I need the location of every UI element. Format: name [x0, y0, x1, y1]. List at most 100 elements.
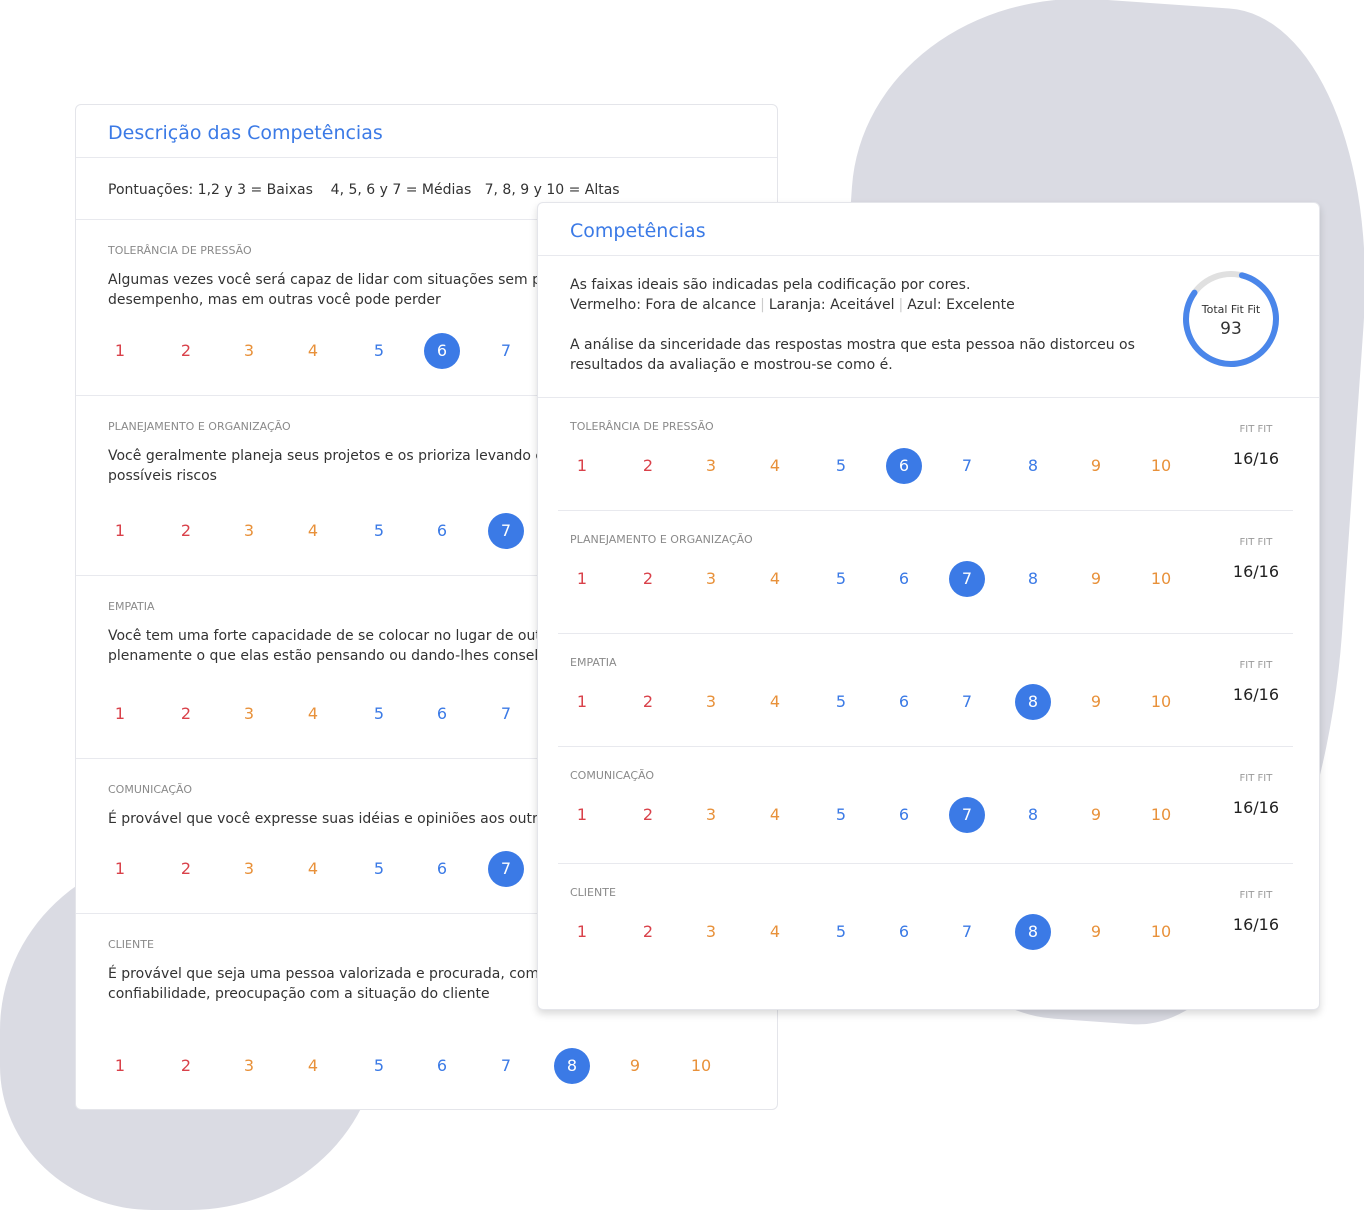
score-6[interactable]: 6 [886, 561, 922, 597]
score-9[interactable]: 9 [1078, 684, 1114, 720]
score-4[interactable]: 4 [757, 914, 793, 950]
score-5[interactable]: 5 [823, 684, 859, 720]
score-6[interactable]: 6 [424, 696, 460, 732]
score-1[interactable]: 1 [102, 696, 138, 732]
score-5[interactable]: 5 [823, 797, 859, 833]
score-scale: 123456789 10 [558, 684, 1293, 720]
score-8[interactable]: 8 [1015, 448, 1051, 484]
score-2[interactable]: 2 [630, 561, 666, 597]
score-4[interactable]: 4 [757, 797, 793, 833]
score-2[interactable]: 2 [168, 1048, 204, 1084]
score-1[interactable]: 1 [564, 684, 600, 720]
score-10[interactable]: 10 [1143, 684, 1179, 720]
score-8[interactable]: 8 [1015, 561, 1051, 597]
score-6[interactable]: 6 [886, 914, 922, 950]
score-5[interactable]: 5 [823, 448, 859, 484]
score-4[interactable]: 4 [295, 1048, 331, 1084]
score-5[interactable]: 5 [361, 1048, 397, 1084]
score-5[interactable]: 5 [361, 333, 397, 369]
score-scale: 123456789 10 [76, 1048, 777, 1084]
score-8[interactable]: 8 [1015, 684, 1051, 720]
score-4[interactable]: 4 [295, 333, 331, 369]
score-8[interactable]: 8 [554, 1048, 590, 1084]
score-4[interactable]: 4 [757, 684, 793, 720]
score-1[interactable]: 1 [102, 513, 138, 549]
sincerity-line: resultados da avaliação e mostrou-se com… [570, 357, 893, 373]
score-3[interactable]: 3 [231, 696, 267, 732]
score-7[interactable]: 7 [488, 513, 524, 549]
score-3[interactable]: 3 [693, 684, 729, 720]
score-1[interactable]: 1 [102, 851, 138, 887]
score-7[interactable]: 7 [949, 914, 985, 950]
score-2[interactable]: 2 [630, 914, 666, 950]
score-5[interactable]: 5 [361, 851, 397, 887]
score-4[interactable]: 4 [757, 561, 793, 597]
score-7[interactable]: 7 [488, 696, 524, 732]
score-10[interactable]: 10 [1143, 448, 1179, 484]
score-8[interactable]: 8 [1015, 797, 1051, 833]
score-6[interactable]: 6 [424, 333, 460, 369]
score-3[interactable]: 3 [231, 1048, 267, 1084]
score-5[interactable]: 5 [361, 513, 397, 549]
score-8[interactable]: 8 [1015, 914, 1051, 950]
score-2[interactable]: 2 [630, 797, 666, 833]
score-3[interactable]: 3 [693, 448, 729, 484]
score-7[interactable]: 7 [949, 797, 985, 833]
score-7[interactable]: 7 [949, 684, 985, 720]
score-4[interactable]: 4 [295, 513, 331, 549]
score-1[interactable]: 1 [102, 333, 138, 369]
score-3[interactable]: 3 [693, 561, 729, 597]
score-5[interactable]: 5 [361, 696, 397, 732]
section-description: Algumas vezes você será capaz de lidar c… [108, 270, 564, 310]
score-6[interactable]: 6 [424, 513, 460, 549]
fit-label: FIT FIT [1239, 660, 1273, 671]
card-title: Descrição das Competências [76, 105, 777, 158]
score-1[interactable]: 1 [564, 561, 600, 597]
fit-label: FIT FIT [1239, 537, 1273, 548]
score-9[interactable]: 9 [1078, 797, 1114, 833]
score-3[interactable]: 3 [693, 797, 729, 833]
score-10[interactable]: 10 [1143, 797, 1179, 833]
score-9[interactable]: 9 [1078, 914, 1114, 950]
score-3[interactable]: 3 [231, 513, 267, 549]
score-4[interactable]: 4 [757, 448, 793, 484]
score-2[interactable]: 2 [168, 696, 204, 732]
score-10[interactable]: 10 [1143, 561, 1179, 597]
score-3[interactable]: 3 [693, 914, 729, 950]
gauge-label: Total Fit Fit [1201, 303, 1261, 316]
gauge-value: 93 [1220, 319, 1242, 339]
fit-label: FIT FIT [1239, 424, 1273, 435]
score-1[interactable]: 1 [564, 797, 600, 833]
score-1[interactable]: 1 [564, 914, 600, 950]
score-7[interactable]: 7 [949, 448, 985, 484]
score-3[interactable]: 3 [231, 851, 267, 887]
score-5[interactable]: 5 [823, 914, 859, 950]
score-4[interactable]: 4 [295, 851, 331, 887]
score-10[interactable]: 10 [683, 1048, 719, 1084]
score-6[interactable]: 6 [886, 797, 922, 833]
section-label: Cliente [108, 938, 154, 951]
score-6[interactable]: 6 [424, 1048, 460, 1084]
score-10[interactable]: 10 [1143, 914, 1179, 950]
score-1[interactable]: 1 [102, 1048, 138, 1084]
score-2[interactable]: 2 [168, 333, 204, 369]
score-7[interactable]: 7 [488, 851, 524, 887]
score-5[interactable]: 5 [823, 561, 859, 597]
score-6[interactable]: 6 [886, 684, 922, 720]
score-6[interactable]: 6 [886, 448, 922, 484]
score-2[interactable]: 2 [168, 513, 204, 549]
score-7[interactable]: 7 [488, 1048, 524, 1084]
score-6[interactable]: 6 [424, 851, 460, 887]
score-1[interactable]: 1 [564, 448, 600, 484]
score-7[interactable]: 7 [488, 333, 524, 369]
score-9[interactable]: 9 [1078, 561, 1114, 597]
score-2[interactable]: 2 [630, 448, 666, 484]
score-3[interactable]: 3 [231, 333, 267, 369]
score-9[interactable]: 9 [617, 1048, 653, 1084]
score-4[interactable]: 4 [295, 696, 331, 732]
score-9[interactable]: 9 [1078, 448, 1114, 484]
score-2[interactable]: 2 [630, 684, 666, 720]
description-line: É provável que você expresse suas idéias… [108, 811, 554, 827]
score-7[interactable]: 7 [949, 561, 985, 597]
score-2[interactable]: 2 [168, 851, 204, 887]
